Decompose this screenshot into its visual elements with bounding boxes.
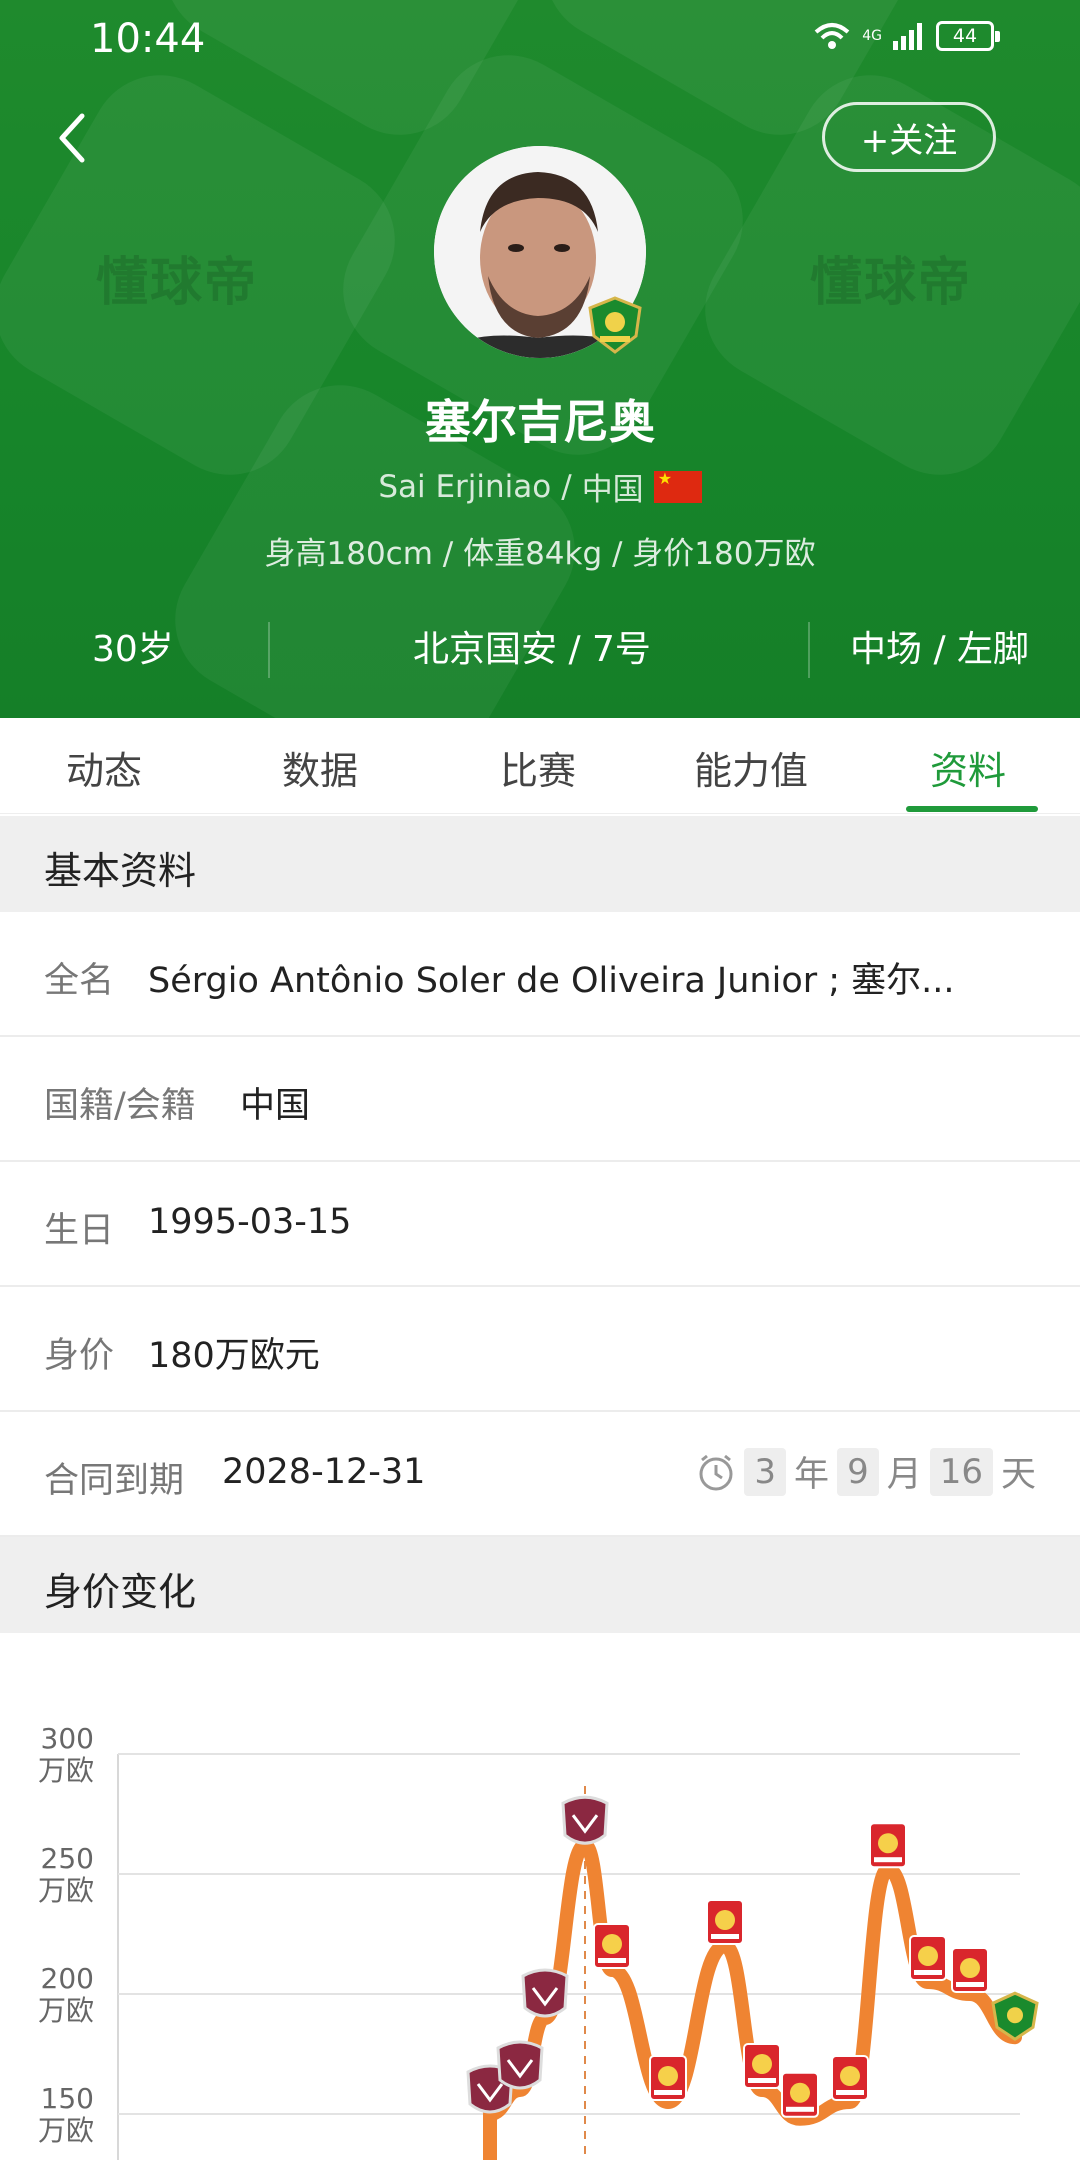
- tab-news[interactable]: 动态: [66, 740, 142, 795]
- club-badge-icon: [593, 1923, 631, 1969]
- wifi-icon: [814, 23, 850, 49]
- club-badge-icon: [706, 1899, 744, 1945]
- club-badge-icon: [496, 2040, 544, 2090]
- tab-bar: 动态 数据 比赛 能力值 资料: [0, 718, 1080, 814]
- row-contract: 合同到期 2028-12-31 3 年 9 月 16 天: [0, 1412, 1080, 1537]
- watermark: 懂球帝: [810, 253, 973, 313]
- divider: [268, 622, 270, 678]
- follow-button[interactable]: +关注: [822, 102, 996, 172]
- y-tick-unit: 万欧: [38, 1994, 94, 2027]
- separator: /: [561, 468, 572, 505]
- countdown-years: 3: [744, 1447, 787, 1496]
- club-badge-icon: [909, 1935, 947, 1981]
- row-full-name: 全名 Sérgio Antônio Soler de Oliveira Juni…: [0, 912, 1080, 1037]
- row-value: Sérgio Antônio Soler de Oliveira Junior …: [148, 961, 955, 1001]
- section-title: 基本资料: [44, 849, 197, 893]
- china-flag-icon: [653, 469, 702, 503]
- clock-icon: [699, 1454, 733, 1490]
- player-name-en: Sai Erjiniao: [378, 468, 552, 505]
- player-nationality: 中国: [581, 472, 644, 508]
- club-badge-icon: [831, 2055, 869, 2101]
- row-label: 全名: [44, 961, 115, 1001]
- active-tab-indicator: [906, 806, 1038, 812]
- section-value-change: 身价变化: [0, 1537, 1080, 1633]
- unit-years: 年: [794, 1455, 830, 1495]
- y-tick-label: 250: [41, 1842, 94, 1875]
- row-birthday: 生日 1995-03-15: [0, 1162, 1080, 1287]
- market-value-chart: 300万欧250万欧200万欧150万欧: [38, 1722, 1039, 2160]
- row-value: 180万欧元: [148, 1336, 320, 1376]
- tab-profile[interactable]: 资料: [930, 740, 1006, 795]
- row-value: 中国: [240, 1086, 311, 1126]
- club-badge-icon: [521, 1968, 569, 2018]
- player-subtitle: Sai Erjiniao / 中国: [0, 464, 1080, 509]
- tab-matches[interactable]: 比赛: [500, 740, 576, 795]
- y-tick-label: 200: [41, 1962, 94, 1995]
- status-bar: 10:44 4G 44: [0, 0, 1080, 80]
- y-tick-label: 300: [41, 1722, 94, 1755]
- countdown-days: 16: [929, 1447, 993, 1496]
- row-value: 1995-03-15: [148, 1202, 352, 1242]
- countdown-months: 9: [837, 1447, 879, 1496]
- row-label: 生日: [44, 1211, 115, 1251]
- back-arrow-icon[interactable]: [52, 108, 92, 168]
- y-tick-unit: 万欧: [38, 1754, 94, 1787]
- club-badge-icon: [561, 1795, 609, 1845]
- section-title: 身价变化: [44, 1570, 197, 1614]
- y-tick-unit: 万欧: [38, 1874, 94, 1907]
- club-badge-icon: [743, 2043, 781, 2089]
- club-badge-icon: [649, 2055, 687, 2101]
- player-club-number: 北京国安 / 7号: [413, 629, 651, 670]
- row-market-value: 身价 180万欧元: [0, 1287, 1080, 1412]
- row-label: 国籍/会籍: [44, 1086, 196, 1126]
- unit-days: 天: [1000, 1455, 1036, 1495]
- signal-icon: [893, 23, 922, 50]
- club-badge-icon: [588, 296, 642, 354]
- row-value: 2028-12-31: [222, 1452, 426, 1492]
- row-label: 合同到期: [44, 1461, 185, 1501]
- y-tick-unit: 万欧: [38, 2114, 94, 2147]
- player-age: 30岁: [92, 629, 174, 670]
- player-position: 中场 / 左脚: [850, 629, 1030, 670]
- player-stats: 身高180cm / 体重84kg / 身价180万欧: [264, 536, 816, 572]
- player-header: 懂球帝 懂球帝 10:44 4G 44 +关注 塞尔吉尼奥 Sai Erjini…: [0, 0, 1080, 718]
- club-badge-icon: [869, 1822, 907, 1869]
- contract-countdown: 3 年 9 月 16 天: [696, 1446, 1036, 1497]
- club-badge-icon: [951, 1947, 989, 1993]
- network-label: 4G: [862, 28, 882, 44]
- tab-data[interactable]: 数据: [282, 740, 358, 795]
- section-basic-info: 基本资料: [0, 816, 1080, 912]
- player-name: 塞尔吉尼奥: [425, 395, 655, 449]
- value-line: [483, 1838, 1022, 2160]
- y-tick-label: 150: [41, 2082, 94, 2115]
- club-badge-icon: [781, 2071, 819, 2118]
- status-time: 10:44: [90, 16, 206, 62]
- unit-months: 月: [886, 1455, 922, 1495]
- player-info-bar: 30岁 北京国安 / 7号 中场 / 左脚: [0, 608, 1080, 678]
- row-label: 身价: [44, 1336, 115, 1376]
- row-nationality: 国籍/会籍 中国: [0, 1037, 1080, 1162]
- watermark: 懂球帝: [96, 253, 259, 313]
- battery-icon: 44: [936, 21, 1000, 51]
- tab-ability[interactable]: 能力值: [694, 740, 808, 795]
- divider: [808, 622, 810, 678]
